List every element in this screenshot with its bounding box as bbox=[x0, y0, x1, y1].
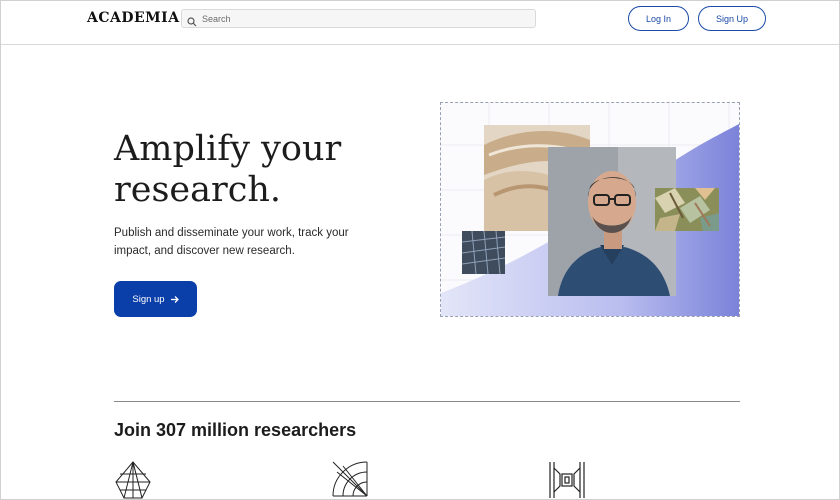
academia-logo[interactable]: ACADEMIA bbox=[87, 10, 180, 26]
section-divider bbox=[114, 401, 740, 402]
search-bar[interactable] bbox=[181, 9, 536, 28]
top-navbar: ACADEMIA Log In Sign Up bbox=[1, 1, 839, 45]
hero-title-line-2: research. bbox=[114, 170, 281, 210]
hero-collage bbox=[440, 102, 740, 317]
sign-up-cta-label: Sign up bbox=[132, 293, 165, 305]
search-icon bbox=[187, 14, 197, 26]
page: ACADEMIA Log In Sign Up Amplify your res… bbox=[0, 0, 840, 500]
hero-subtitle-line-2: impact, and discover new research. bbox=[114, 245, 295, 257]
hero-title-line-1: Amplify your bbox=[114, 129, 342, 169]
crystals-image bbox=[655, 188, 719, 231]
search-input[interactable] bbox=[202, 13, 522, 24]
maze-icon bbox=[548, 460, 586, 499]
hero-subtitle: Publish and disseminate your work, track… bbox=[114, 224, 364, 260]
arrow-right-icon bbox=[170, 295, 179, 304]
log-in-button[interactable]: Log In bbox=[628, 6, 689, 31]
radar-icon bbox=[331, 460, 369, 499]
researchers-count-heading: Join 307 million researchers bbox=[114, 420, 357, 440]
globe-grid-icon bbox=[114, 460, 152, 499]
hero-title: Amplify your research. bbox=[114, 129, 404, 211]
solar-panel-image bbox=[462, 231, 505, 274]
sign-up-header-button[interactable]: Sign Up bbox=[698, 6, 766, 31]
hero-subtitle-line-1: Publish and disseminate your work, track… bbox=[114, 227, 349, 239]
sign-up-cta-button[interactable]: Sign up bbox=[114, 281, 197, 317]
